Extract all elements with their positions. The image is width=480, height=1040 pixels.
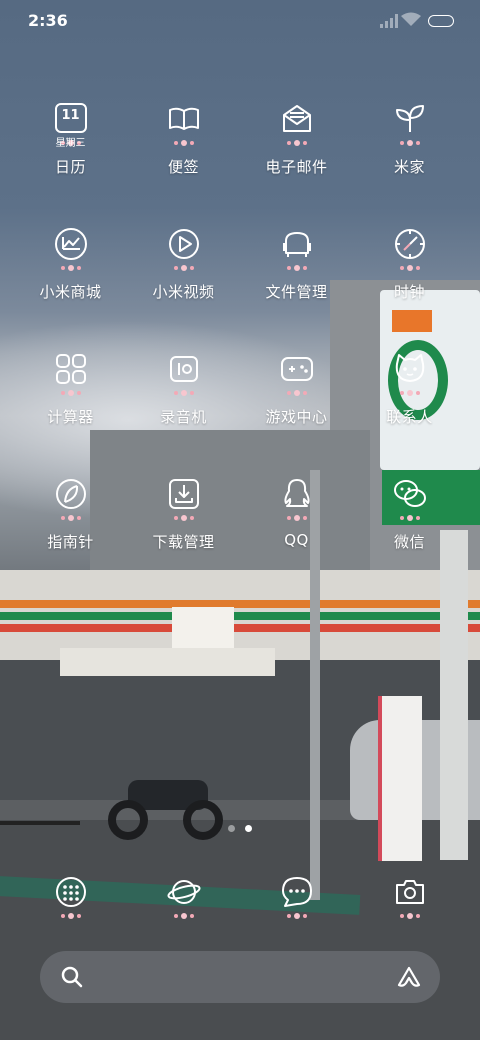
app-label: 时钟 <box>393 283 425 301</box>
app-label: 录音机 <box>160 408 207 426</box>
status-time: 2:36 <box>28 11 68 30</box>
calendar-weekday: 星期三 <box>55 138 86 149</box>
files-icon <box>280 227 314 261</box>
calculator-icon <box>54 352 88 386</box>
messages-icon <box>280 875 314 909</box>
mall-icon <box>54 227 88 261</box>
contacts-icon <box>393 352 427 386</box>
calendar-day: 11 <box>61 108 80 123</box>
app-row: 指南针 下载管理 QQ 微信 <box>14 467 466 592</box>
app-label: 游戏中心 <box>265 408 328 426</box>
app-label: 联系人 <box>386 408 433 426</box>
icon-dots <box>286 138 307 148</box>
camera-icon <box>393 875 427 909</box>
browser-icon <box>166 875 201 909</box>
page-indicator[interactable] <box>228 825 252 832</box>
search-bar[interactable] <box>40 951 440 1003</box>
calendar-icon: 11 星期三 <box>54 102 88 149</box>
app-compass[interactable]: 指南针 <box>14 467 127 592</box>
notes-icon <box>167 102 201 136</box>
wifi-icon <box>401 12 421 26</box>
icon-dots <box>173 513 194 523</box>
app-contacts[interactable]: 联系人 <box>353 342 466 467</box>
app-email[interactable]: 电子邮件 <box>240 92 353 217</box>
app-row: 计算器 录音机 游戏中心 联系人 <box>14 342 466 467</box>
app-video[interactable]: 小米视频 <box>127 217 240 342</box>
app-row: 小米商城 小米视频 文件管理 时钟 <box>14 217 466 342</box>
app-mijia[interactable]: 米家 <box>353 92 466 217</box>
icon-dots <box>60 911 81 921</box>
dock-app-drawer[interactable] <box>14 865 127 921</box>
app-label: 下载管理 <box>152 533 215 551</box>
qq-icon <box>280 477 314 511</box>
icon-dots <box>173 911 194 921</box>
app-wechat[interactable]: 微信 <box>353 467 466 592</box>
icon-dots <box>399 513 420 523</box>
app-mall[interactable]: 小米商城 <box>14 217 127 342</box>
app-qq[interactable]: QQ <box>240 467 353 592</box>
wechat-icon <box>393 477 427 511</box>
icon-dots <box>399 911 420 921</box>
app-label: 便签 <box>167 158 199 176</box>
app-label: 电子邮件 <box>265 158 328 176</box>
icon-dots <box>286 911 307 921</box>
icon-dots <box>399 138 420 148</box>
app-game-center[interactable]: 游戏中心 <box>240 342 353 467</box>
app-label: 微信 <box>393 533 425 551</box>
assistant-icon[interactable] <box>396 965 422 989</box>
dock-messages[interactable] <box>240 865 353 921</box>
app-drawer-icon <box>54 875 88 909</box>
app-calendar[interactable]: 11 星期三 日历 <box>14 92 127 217</box>
app-files[interactable]: 文件管理 <box>240 217 353 342</box>
video-icon <box>167 227 201 261</box>
status-bar: 2:36 <box>0 0 480 42</box>
clock-icon <box>393 227 427 261</box>
icon-dots <box>399 388 420 398</box>
app-calculator[interactable]: 计算器 <box>14 342 127 467</box>
app-clock[interactable]: 时钟 <box>353 217 466 342</box>
icon-dots <box>399 263 420 273</box>
recorder-icon <box>167 352 201 386</box>
email-icon <box>280 102 314 136</box>
page-dot-active <box>245 825 252 832</box>
icon-dots <box>60 388 81 398</box>
icon-dots <box>286 388 307 398</box>
compass-icon <box>54 477 88 511</box>
game-center-icon <box>280 352 314 386</box>
dock-camera[interactable] <box>353 865 466 921</box>
icon-dots <box>173 138 194 148</box>
app-label: 日历 <box>54 158 86 176</box>
icon-dots <box>60 263 81 273</box>
app-label: 小米视频 <box>152 283 215 301</box>
app-label: 文件管理 <box>265 283 328 301</box>
app-label: 小米商城 <box>39 283 102 301</box>
app-downloads[interactable]: 下载管理 <box>127 467 240 592</box>
app-label: 计算器 <box>47 408 94 426</box>
downloads-icon <box>167 477 201 511</box>
battery-icon <box>428 15 454 27</box>
app-row: 11 星期三 日历 便签 电子邮件 米家 <box>14 92 466 217</box>
dock-browser[interactable] <box>127 865 240 921</box>
icon-dots <box>286 263 307 273</box>
page-dot <box>228 825 235 832</box>
app-notes[interactable]: 便签 <box>127 92 240 217</box>
app-label: QQ <box>284 531 309 549</box>
icon-dots <box>286 513 307 523</box>
dock <box>14 865 466 921</box>
app-grid: 11 星期三 日历 便签 电子邮件 米家 小米商城 小米视频 文件管理 时钟 计… <box>14 92 466 592</box>
app-recorder[interactable]: 录音机 <box>127 342 240 467</box>
search-icon[interactable] <box>60 965 84 989</box>
icon-dots <box>60 513 81 523</box>
app-label: 指南针 <box>47 533 94 551</box>
signal-icon <box>380 14 398 28</box>
app-label: 米家 <box>393 158 425 176</box>
icon-dots <box>173 263 194 273</box>
mijia-icon <box>393 102 427 136</box>
icon-dots <box>173 388 194 398</box>
